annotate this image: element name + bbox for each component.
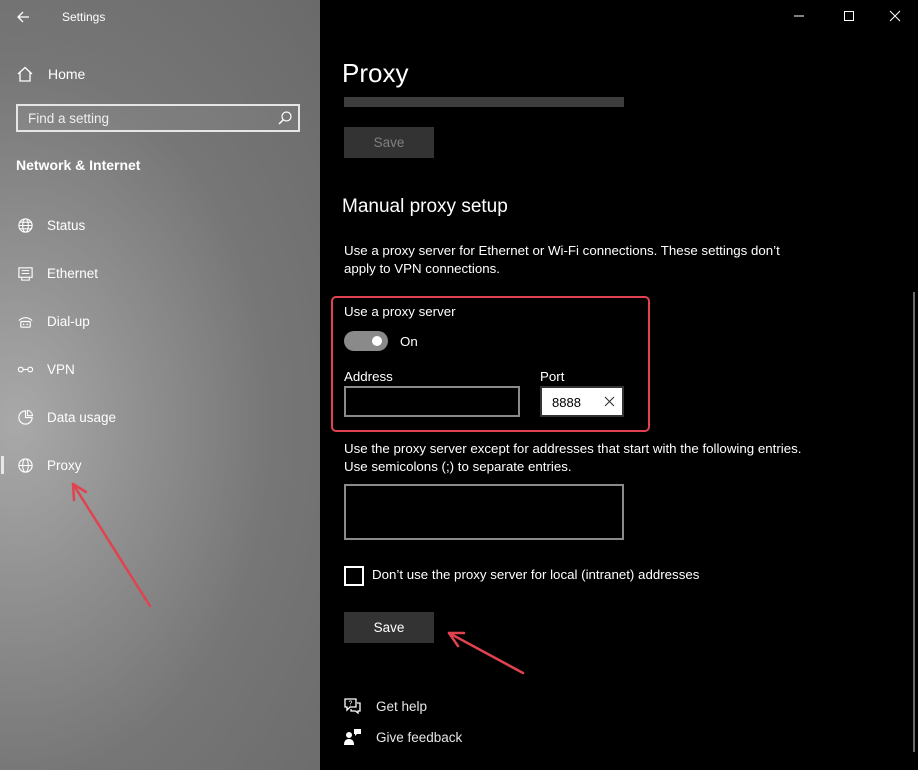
- sidebar-item-dialup[interactable]: Dial-up: [0, 303, 320, 339]
- maximize-icon: [844, 11, 854, 21]
- save-button[interactable]: Save: [344, 612, 434, 643]
- local-bypass-label[interactable]: Don’t use the proxy server for local (in…: [372, 567, 699, 582]
- sidebar-item-label: Status: [47, 217, 86, 233]
- local-bypass-checkbox[interactable]: [344, 566, 364, 586]
- data-usage-icon: [16, 408, 34, 426]
- back-arrow-icon: [17, 11, 29, 23]
- sidebar-item-status[interactable]: Status: [0, 207, 320, 243]
- globe-icon: [16, 456, 34, 474]
- home-label: Home: [48, 66, 86, 82]
- sidebar-item-label: Ethernet: [47, 265, 99, 281]
- sidebar-item-label: Data usage: [47, 409, 117, 425]
- give-feedback-label: Give feedback: [376, 729, 463, 745]
- exceptions-description: Use the proxy server except for addresse…: [344, 441, 802, 474]
- sidebar-item-vpn[interactable]: VPN: [0, 351, 320, 387]
- svg-text:?: ?: [349, 701, 353, 708]
- scrollbar[interactable]: [913, 292, 915, 752]
- manual-proxy-description: Use a proxy server for Ethernet or Wi-Fi…: [344, 243, 780, 276]
- page-title: Proxy: [342, 58, 409, 88]
- search-icon[interactable]: [277, 110, 293, 126]
- close-button[interactable]: [872, 0, 918, 32]
- section-title: Network & Internet: [16, 157, 141, 173]
- sidebar-item-ethernet[interactable]: Ethernet: [0, 255, 320, 291]
- sidebar-item-label: VPN: [47, 361, 75, 377]
- ethernet-icon: [16, 264, 34, 282]
- back-button[interactable]: [12, 6, 36, 28]
- sidebar: Settings Home Network & Internet Status: [0, 0, 320, 770]
- script-save-button[interactable]: Save: [344, 127, 434, 158]
- minimize-button[interactable]: [776, 0, 822, 32]
- script-address-field[interactable]: [344, 97, 624, 107]
- globe-status-icon: [16, 216, 34, 234]
- give-feedback-link[interactable]: Give feedback: [342, 726, 462, 748]
- sidebar-item-label: Proxy: [47, 457, 82, 473]
- minimize-icon: [794, 15, 804, 17]
- get-help-link[interactable]: ? Get help: [342, 695, 427, 717]
- maximize-button[interactable]: [826, 0, 872, 32]
- dialup-icon: [16, 312, 34, 330]
- manual-proxy-heading: Manual proxy setup: [342, 196, 508, 217]
- home-icon: [17, 66, 33, 82]
- sidebar-item-proxy[interactable]: Proxy: [0, 447, 320, 483]
- home-nav-item[interactable]: Home: [16, 62, 85, 86]
- close-icon: [889, 10, 901, 22]
- search-box[interactable]: [16, 104, 300, 132]
- sidebar-item-data-usage[interactable]: Data usage: [0, 399, 320, 435]
- exceptions-textarea[interactable]: [344, 484, 624, 540]
- search-input[interactable]: [18, 106, 278, 130]
- help-chat-icon: ?: [344, 698, 361, 715]
- sidebar-item-label: Dial-up: [47, 313, 90, 329]
- highlight-box: [331, 296, 650, 432]
- window-title: Settings: [62, 10, 106, 24]
- get-help-label: Get help: [376, 698, 428, 714]
- feedback-icon: [344, 729, 361, 745]
- vpn-icon: [16, 360, 34, 378]
